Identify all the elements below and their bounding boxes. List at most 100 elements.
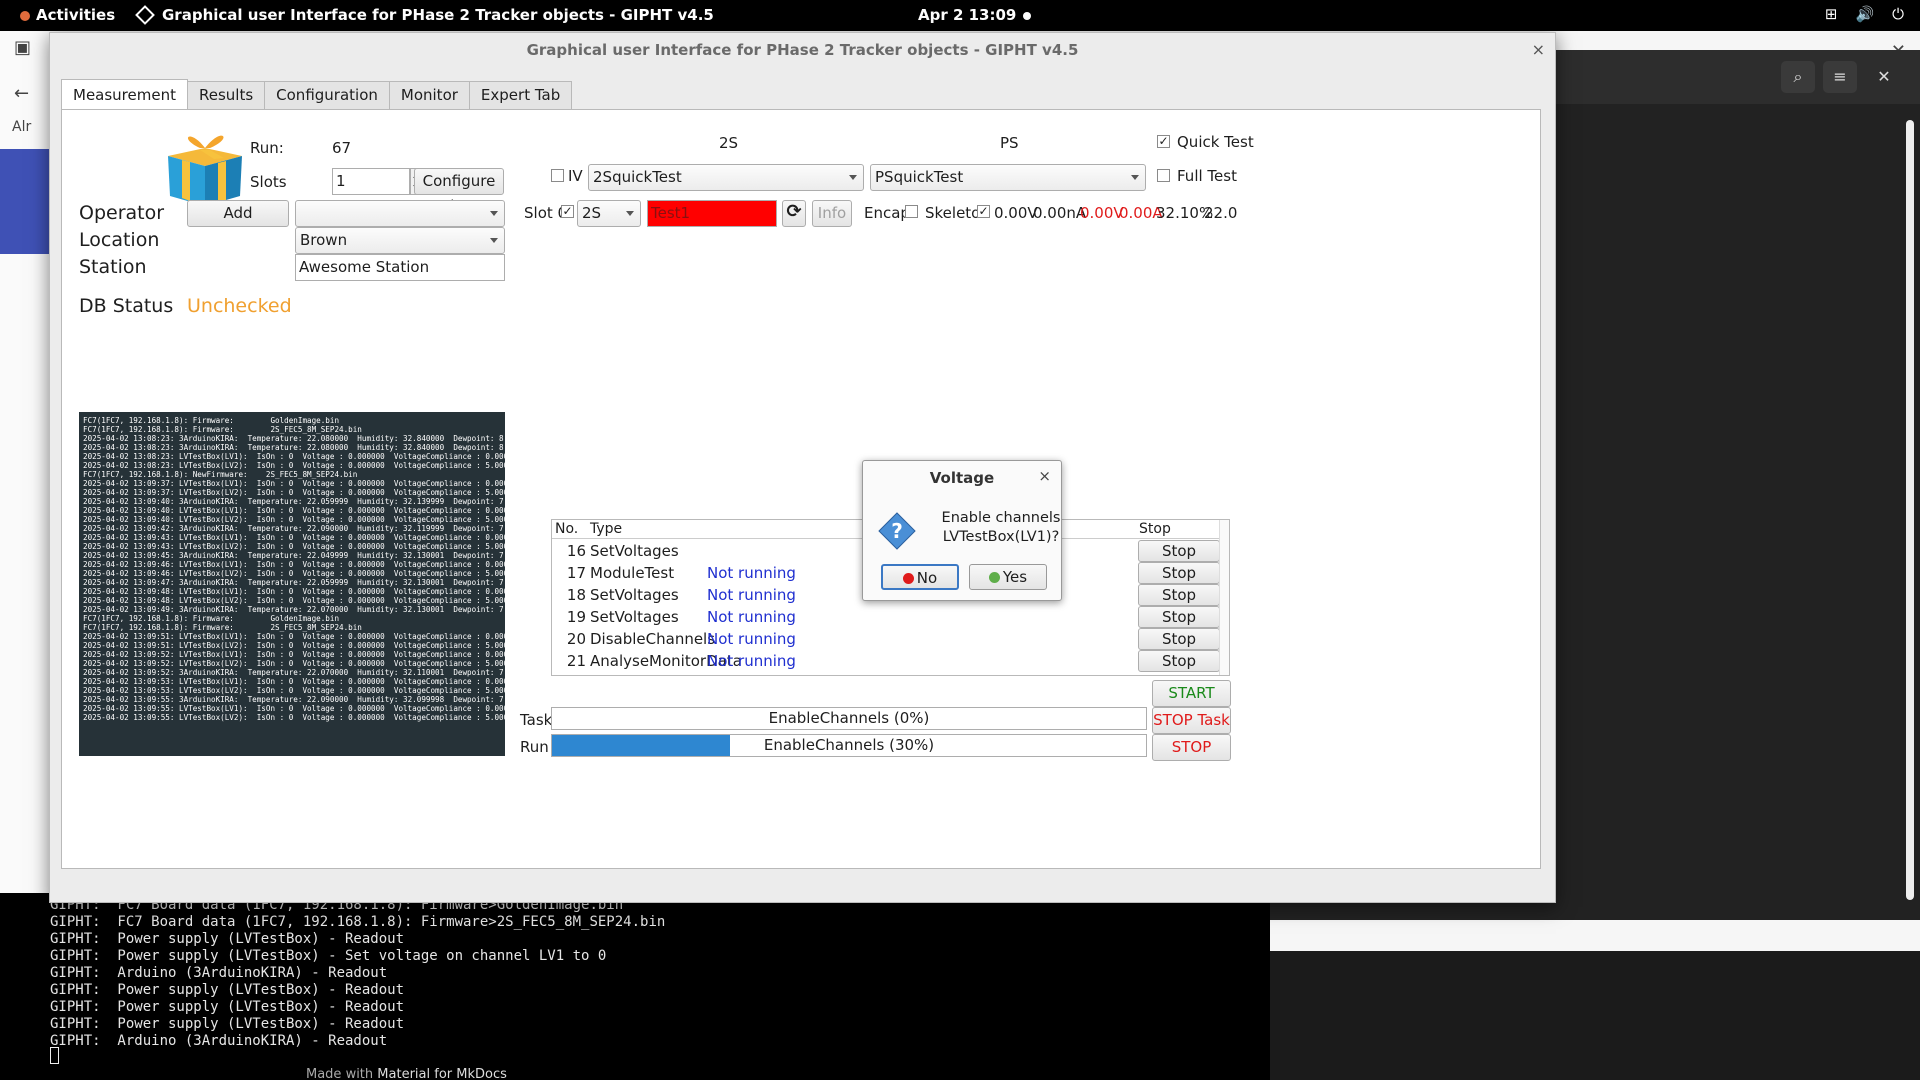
tab-monitor[interactable]: Monitor bbox=[388, 81, 470, 109]
stop-button[interactable]: Stop bbox=[1138, 606, 1220, 628]
log-line: 2025-04-02 13:09:51: LVTestBox(LV1): IsO… bbox=[83, 632, 505, 641]
stop-button[interactable]: Stop bbox=[1138, 584, 1220, 606]
log-line: 2025-04-02 13:09:53: LVTestBox(LV2): IsO… bbox=[83, 686, 505, 695]
stop-button[interactable]: Stop bbox=[1138, 540, 1220, 562]
terminal-output: GIPHT: FC7 Board data (1FC7, 192.168.1.8… bbox=[50, 897, 665, 1050]
clock[interactable]: Apr 2 13:09 bbox=[918, 6, 1016, 24]
encap-checkbox[interactable] bbox=[905, 205, 918, 218]
log-line: FC7(1FC7, 192.168.1.8): Firmware: 2S_FEC… bbox=[83, 623, 362, 632]
quick-test-checkbox[interactable]: ✓ bbox=[1157, 135, 1170, 148]
header-stop: Stop bbox=[1139, 521, 1171, 537]
power-icon[interactable]: ⏻ bbox=[1892, 5, 1904, 23]
start-button[interactable]: START bbox=[1152, 680, 1231, 707]
info-button[interactable]: Info bbox=[812, 200, 852, 227]
activities-button[interactable]: Activities bbox=[20, 6, 115, 24]
log-line: 2025-04-02 13:09:55: 3ArduinoKIRA: Tempe… bbox=[83, 695, 505, 704]
operator-label: Operator bbox=[79, 202, 165, 224]
test-ps-combo[interactable]: PSquickTest bbox=[870, 164, 1146, 191]
full-test-checkbox[interactable] bbox=[1157, 169, 1170, 182]
mkdocs-link[interactable]: Material for MkDocs bbox=[377, 1067, 507, 1080]
gipht-window: Graphical user Interface for PHase 2 Tra… bbox=[49, 32, 1556, 903]
terminal-cursor bbox=[50, 1047, 59, 1064]
hamburger-menu-icon[interactable]: ≡ bbox=[1823, 61, 1857, 93]
log-line: 2025-04-02 13:09:47: 3ArduinoKIRA: Tempe… bbox=[83, 578, 505, 587]
log-line: 2025-04-02 13:09:40: 3ArduinoKIRA: Tempe… bbox=[83, 497, 505, 506]
run-progress-label: Run bbox=[520, 738, 549, 756]
location-combo[interactable]: Brown bbox=[295, 227, 505, 254]
log-line: 2025-04-02 13:09:40: LVTestBox(LV1): IsO… bbox=[83, 506, 505, 515]
stop-button[interactable]: Stop bbox=[1138, 628, 1220, 650]
dialog-close-button[interactable]: × bbox=[1038, 467, 1051, 485]
skeleton-checkbox[interactable]: ✓ bbox=[977, 205, 990, 218]
close-icon[interactable]: ✕ bbox=[1867, 61, 1901, 93]
log-line: 2025-04-02 13:09:48: LVTestBox(LV1): IsO… bbox=[83, 587, 505, 596]
search-icon[interactable]: ⌕ bbox=[1781, 61, 1815, 93]
refresh-icon[interactable]: ⟳ bbox=[782, 200, 806, 227]
stop-run-button[interactable]: STOP bbox=[1152, 734, 1231, 761]
stop-button[interactable]: Stop bbox=[1138, 562, 1220, 584]
log-console[interactable]: FC7(1FC7, 192.168.1.8): Firmware: Golden… bbox=[79, 412, 505, 756]
chevron-down-icon bbox=[626, 211, 634, 216]
configure-slots-button[interactable]: Configure Slots bbox=[414, 168, 504, 215]
location-label: Location bbox=[79, 229, 160, 251]
browser-side-text: Alr bbox=[12, 119, 32, 135]
chevron-down-icon bbox=[849, 175, 857, 180]
window-title: Graphical user Interface for PHase 2 Tra… bbox=[526, 41, 1079, 59]
slot0-checkbox[interactable]: ✓ bbox=[561, 205, 574, 218]
tab-configuration[interactable]: Configuration bbox=[264, 81, 390, 109]
tab-measurement[interactable]: Measurement bbox=[61, 79, 188, 109]
slot0-module-name-input[interactable]: Test1 bbox=[647, 200, 777, 227]
window-titlebar[interactable]: Graphical user Interface for PHase 2 Tra… bbox=[50, 33, 1555, 67]
volume-icon[interactable]: 🔊 bbox=[1855, 5, 1874, 23]
voltage-dialog: Voltage × ? Enable channels LVTestBox(LV… bbox=[862, 460, 1062, 601]
svg-text:?: ? bbox=[891, 519, 903, 543]
tab-bar: Measurement Results Configuration Monito… bbox=[61, 79, 573, 109]
log-line: FC7(1FC7, 192.168.1.8): Firmware: Golden… bbox=[83, 416, 340, 425]
stop-task-button[interactable]: STOP Task bbox=[1152, 707, 1231, 734]
log-line: 2025-04-02 13:09:51: LVTestBox(LV2): IsO… bbox=[83, 641, 505, 650]
log-line: 2025-04-02 13:09:52: LVTestBox(LV2): IsO… bbox=[83, 659, 505, 668]
lv-voltage-readout: 0.00V bbox=[1080, 204, 1124, 222]
log-line: 2025-04-02 13:09:45: 3ArduinoKIRA: Tempe… bbox=[83, 551, 505, 560]
run-label: Run: bbox=[250, 139, 284, 157]
iv-checkbox[interactable] bbox=[551, 169, 564, 182]
log-line: 2025-04-02 13:09:53: LVTestBox(LV1): IsO… bbox=[83, 677, 505, 686]
system-tray[interactable]: ⊞ 🔊 ⏻ bbox=[1825, 5, 1904, 23]
add-operator-button[interactable]: Add bbox=[187, 200, 289, 227]
tab-results[interactable]: Results bbox=[186, 81, 266, 109]
stop-button[interactable]: Stop bbox=[1138, 650, 1220, 672]
chevron-down-icon bbox=[490, 211, 498, 216]
slots-spinbox[interactable]: 1 bbox=[332, 168, 410, 195]
station-label: Station bbox=[79, 256, 147, 278]
tab-expert[interactable]: Expert Tab bbox=[468, 81, 573, 109]
run-number: 67 bbox=[332, 139, 352, 157]
task-progress-bar: EnableChannels (0%) bbox=[551, 707, 1147, 730]
table-row[interactable]: 19 SetVoltages Not running Stop bbox=[552, 606, 1220, 628]
table-row[interactable]: 21 AnalyseMonitorData Not running Stop bbox=[552, 650, 1220, 672]
network-icon[interactable]: ⊞ bbox=[1825, 5, 1838, 23]
browser-back-icon[interactable]: ← bbox=[14, 83, 29, 104]
terminal-line: GIPHT: Power supply (LVTestBox) - Readou… bbox=[50, 931, 405, 947]
terminal-line: GIPHT: Power supply (LVTestBox) - Readou… bbox=[50, 982, 405, 998]
browser-scrollbar[interactable] bbox=[1906, 120, 1914, 900]
log-line: 2025-04-02 13:09:42: 3ArduinoKIRA: Tempe… bbox=[83, 524, 505, 533]
log-line: 2025-04-02 13:09:40: LVTestBox(LV2): IsO… bbox=[83, 515, 505, 524]
test-2s-combo[interactable]: 2SquickTest bbox=[588, 164, 864, 191]
no-button[interactable]: No bbox=[881, 564, 959, 590]
system-top-bar: Activities Graphical user Interface for … bbox=[0, 0, 1920, 31]
app-menu[interactable]: Graphical user Interface for PHase 2 Tra… bbox=[137, 6, 714, 24]
temperature-readout: 22.0 bbox=[1204, 204, 1238, 222]
station-input[interactable]: Awesome Station bbox=[295, 254, 505, 281]
slot0-module-type-combo[interactable]: 2S bbox=[577, 200, 641, 227]
chevron-down-icon bbox=[1131, 175, 1139, 180]
operator-combo[interactable] bbox=[295, 200, 505, 227]
table-row[interactable]: 20 DisableChannels Not running Stop bbox=[552, 628, 1220, 650]
terminal-line: GIPHT: Arduino (3ArduinoKIRA) - Readout bbox=[50, 1033, 388, 1049]
yes-button[interactable]: Yes bbox=[969, 564, 1047, 590]
table-scrollbar[interactable] bbox=[1219, 520, 1229, 675]
browser-tabs-icon[interactable]: ▣ bbox=[14, 37, 31, 58]
activities-icon bbox=[20, 10, 30, 21]
log-line: 2025-04-02 13:08:23: LVTestBox(LV1): IsO… bbox=[83, 452, 505, 461]
terminal-line: GIPHT: Power supply (LVTestBox) - Readou… bbox=[50, 999, 405, 1015]
window-close-button[interactable]: × bbox=[1532, 33, 1545, 67]
